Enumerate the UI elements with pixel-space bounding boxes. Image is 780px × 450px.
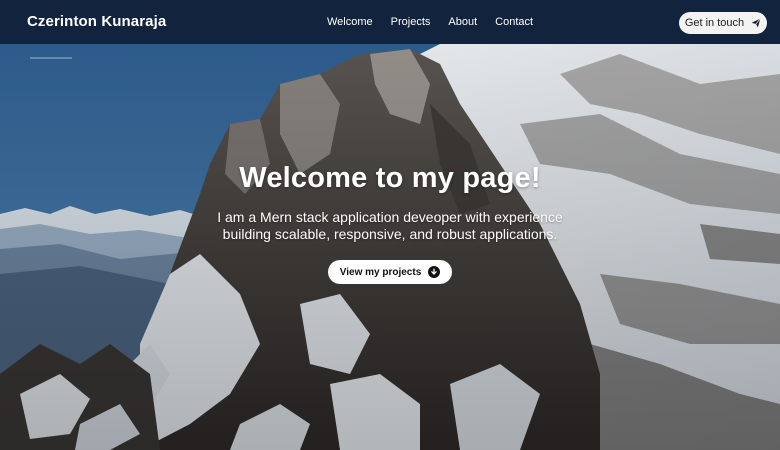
nav-link-about[interactable]: About [448, 15, 477, 29]
nav-link-projects[interactable]: Projects [391, 15, 431, 29]
view-projects-label: View my projects [339, 266, 422, 278]
hero-section: Welcome to my page! I am a Mern stack ap… [0, 44, 780, 450]
hero-subtitle-line-2: building scalable, responsive, and robus… [222, 226, 558, 242]
mountain-background-image [0, 44, 780, 450]
get-in-touch-label: Get in touch [684, 17, 745, 29]
nav-link-contact[interactable]: Contact [495, 15, 533, 29]
top-navbar: Czerinton Kunaraja Welcome Projects Abou… [0, 0, 780, 44]
paper-plane-icon [751, 18, 761, 28]
hero-subtitle: I am a Mern stack application deveoper w… [0, 209, 780, 243]
main-nav: Welcome Projects About Contact [327, 15, 551, 29]
nav-link-welcome[interactable]: Welcome [327, 15, 373, 29]
brand-name[interactable]: Czerinton Kunaraja [27, 13, 166, 30]
get-in-touch-button[interactable]: Get in touch [679, 12, 767, 34]
hero-title: Welcome to my page! [239, 162, 541, 194]
view-projects-button[interactable]: View my projects [328, 260, 452, 284]
arrow-down-circle-icon [428, 266, 441, 278]
hero-subtitle-line-1: I am a Mern stack application deveoper w… [217, 209, 563, 225]
page: Czerinton Kunaraja Welcome Projects Abou… [0, 0, 780, 450]
